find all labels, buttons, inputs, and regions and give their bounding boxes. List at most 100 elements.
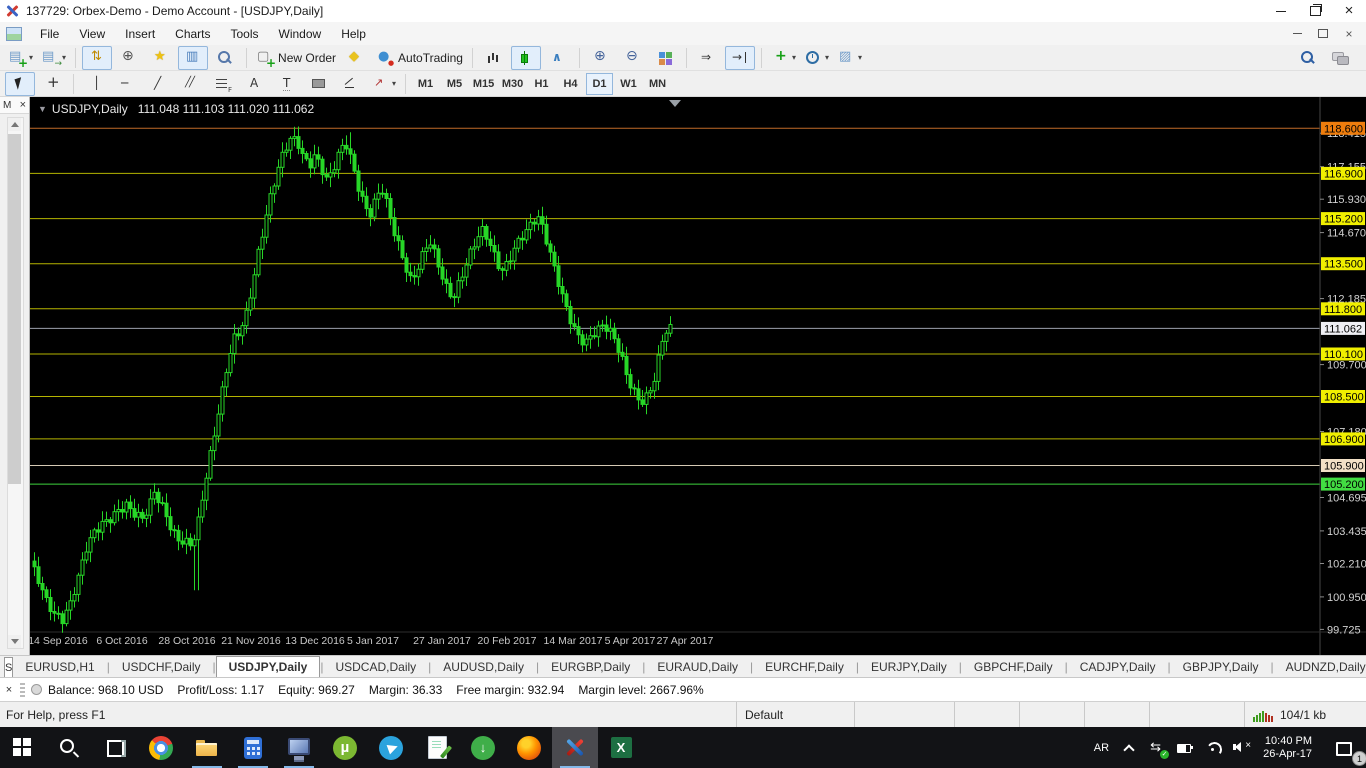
wifi-tray-button[interactable] [1199, 727, 1227, 768]
candlesticks-button[interactable] [511, 46, 541, 70]
taskbar-excel-button[interactable]: X [598, 727, 644, 768]
chart-tab-usdchf[interactable]: USDCHF,Daily [110, 658, 213, 677]
chevron-down-icon[interactable]: ▾ [858, 53, 862, 62]
fibonacci-button[interactable] [208, 72, 238, 96]
periods-button[interactable]: ▾ [801, 46, 832, 70]
metaeditor-button[interactable] [341, 46, 371, 70]
taskbar-remote-desktop-button[interactable] [276, 727, 322, 768]
child-restore-button[interactable] [1310, 25, 1336, 43]
community-chat-button[interactable] [1325, 46, 1355, 70]
chevron-down-icon[interactable]: ▾ [62, 53, 66, 62]
chart-tab-usdjpy[interactable]: USDJPY,Daily [216, 656, 321, 677]
taskbar-utorrent-button[interactable]: µ [322, 727, 368, 768]
trendline-button[interactable] [144, 72, 174, 96]
chart-canvas[interactable]: 118.415117.155115.930114.670112.185109.7… [30, 97, 1366, 655]
scroll-up-arrow-icon[interactable] [8, 118, 21, 131]
sync-tray-button[interactable] [1143, 727, 1171, 768]
taskbar-task-view-button[interactable] [92, 727, 138, 768]
scroll-down-arrow-icon[interactable] [8, 635, 21, 648]
chart-child-icon[interactable] [6, 27, 22, 41]
timeframe-w1[interactable]: W1 [615, 73, 642, 95]
timeframe-h1[interactable]: H1 [528, 73, 555, 95]
taskbar-firefox-button[interactable] [506, 727, 552, 768]
timeframe-m30[interactable]: M30 [499, 73, 526, 95]
taskbar-notes-button[interactable] [414, 727, 460, 768]
profile-cell[interactable]: Default [736, 702, 854, 727]
chart-window[interactable]: 118.415117.155115.930114.670112.185109.7… [30, 97, 1366, 655]
tile-windows-button[interactable] [650, 46, 680, 70]
timeframe-h4[interactable]: H4 [557, 73, 584, 95]
new-chart-button[interactable]: ▾ [5, 46, 36, 70]
crosshair-button[interactable] [37, 72, 67, 96]
chart-tab-audusd[interactable]: AUDUSD,Daily [431, 658, 536, 677]
child-close-button[interactable]: × [1336, 25, 1362, 43]
taskbar-search-button[interactable] [46, 727, 92, 768]
timeframe-m5[interactable]: M5 [441, 73, 468, 95]
trend-angle-button[interactable] [336, 72, 366, 96]
chart-collapse-caret-icon[interactable]: ▼ [38, 104, 47, 114]
navigator-button[interactable] [146, 46, 176, 70]
rectangle-button[interactable] [304, 72, 334, 96]
equidistant-channel-button[interactable] [176, 72, 206, 96]
menu-insert[interactable]: Insert [115, 24, 165, 44]
profiles-button[interactable]: ▾ [38, 46, 69, 70]
terminal-close-icon[interactable]: × [2, 684, 16, 696]
action-center-button[interactable]: 1 [1320, 727, 1366, 768]
terminal-panel-button[interactable] [178, 46, 208, 70]
chart-tab-audnzd[interactable]: AUDNZD,Daily [1274, 658, 1366, 677]
battery-tray-button[interactable] [1171, 727, 1199, 768]
timeframe-mn[interactable]: MN [644, 73, 671, 95]
market-watch-scrollbar[interactable] [7, 117, 24, 649]
menu-help[interactable]: Help [331, 24, 376, 44]
language-indicator[interactable]: AR [1088, 727, 1115, 768]
strategy-tester-button[interactable] [210, 46, 240, 70]
clock-tray-button[interactable]: 10:40 PM 26-Apr-17 [1255, 727, 1320, 768]
indicators-button[interactable]: ▾ [768, 46, 799, 70]
bar-chart-button[interactable] [479, 46, 509, 70]
zoom-in-button[interactable] [586, 46, 616, 70]
menu-file[interactable]: File [30, 24, 69, 44]
horizontal-line-button[interactable] [112, 72, 142, 96]
new-order-button[interactable]: New Order [253, 46, 339, 70]
timeframe-d1[interactable]: D1 [586, 73, 613, 95]
chevron-down-icon[interactable]: ▾ [392, 79, 396, 88]
chart-shift-button[interactable] [725, 46, 755, 70]
auto-scroll-button[interactable] [693, 46, 723, 70]
menu-tools[interactable]: Tools [221, 24, 269, 44]
timeframe-m15[interactable]: M15 [470, 73, 497, 95]
chart-tab-eurchf[interactable]: EURCHF,Daily [753, 658, 856, 677]
volume-tray-button[interactable] [1227, 727, 1255, 768]
taskbar-calculator-button[interactable] [230, 727, 276, 768]
market-watch-symbols-tab[interactable]: S [4, 657, 13, 677]
chart-tab-gbpchf[interactable]: GBPCHF,Daily [962, 658, 1065, 677]
minimize-button[interactable] [1264, 0, 1298, 22]
taskbar-file-explorer-button[interactable] [184, 727, 230, 768]
line-chart-button[interactable] [543, 46, 573, 70]
cursor-button[interactable] [5, 72, 35, 96]
taskbar-chrome-button[interactable] [138, 727, 184, 768]
chevron-down-icon[interactable]: ▾ [792, 53, 796, 62]
text-label-button[interactable] [272, 72, 302, 96]
chart-tab-eurjpy[interactable]: EURJPY,Daily [859, 658, 959, 677]
chevron-down-icon[interactable]: ▾ [825, 53, 829, 62]
zoom-out-button[interactable] [618, 46, 648, 70]
restore-button[interactable] [1298, 0, 1332, 22]
menu-charts[interactable]: Charts [165, 24, 220, 44]
taskbar-metatrader-button[interactable] [552, 727, 598, 768]
arrows-button[interactable]: ▾ [368, 72, 399, 96]
search-button[interactable] [1293, 46, 1323, 70]
timeframe-m1[interactable]: M1 [412, 73, 439, 95]
scrollbar-thumb[interactable] [8, 134, 21, 484]
child-minimize-button[interactable] [1284, 25, 1310, 43]
chart-tab-usdcad[interactable]: USDCAD,Daily [323, 658, 428, 677]
vertical-line-button[interactable] [80, 72, 110, 96]
menu-window[interactable]: Window [269, 24, 332, 44]
chart-tab-gbpjpy[interactable]: GBPJPY,Daily [1171, 658, 1271, 677]
text-button[interactable] [240, 72, 270, 96]
data-window-button[interactable] [114, 46, 144, 70]
chart-tab-eurgbp[interactable]: EURGBP,Daily [539, 658, 642, 677]
market-watch-button[interactable] [82, 46, 112, 70]
chart-tab-cadjpy[interactable]: CADJPY,Daily [1068, 658, 1168, 677]
taskbar-telegram-button[interactable] [368, 727, 414, 768]
tray-overflow-button[interactable] [1115, 727, 1143, 768]
